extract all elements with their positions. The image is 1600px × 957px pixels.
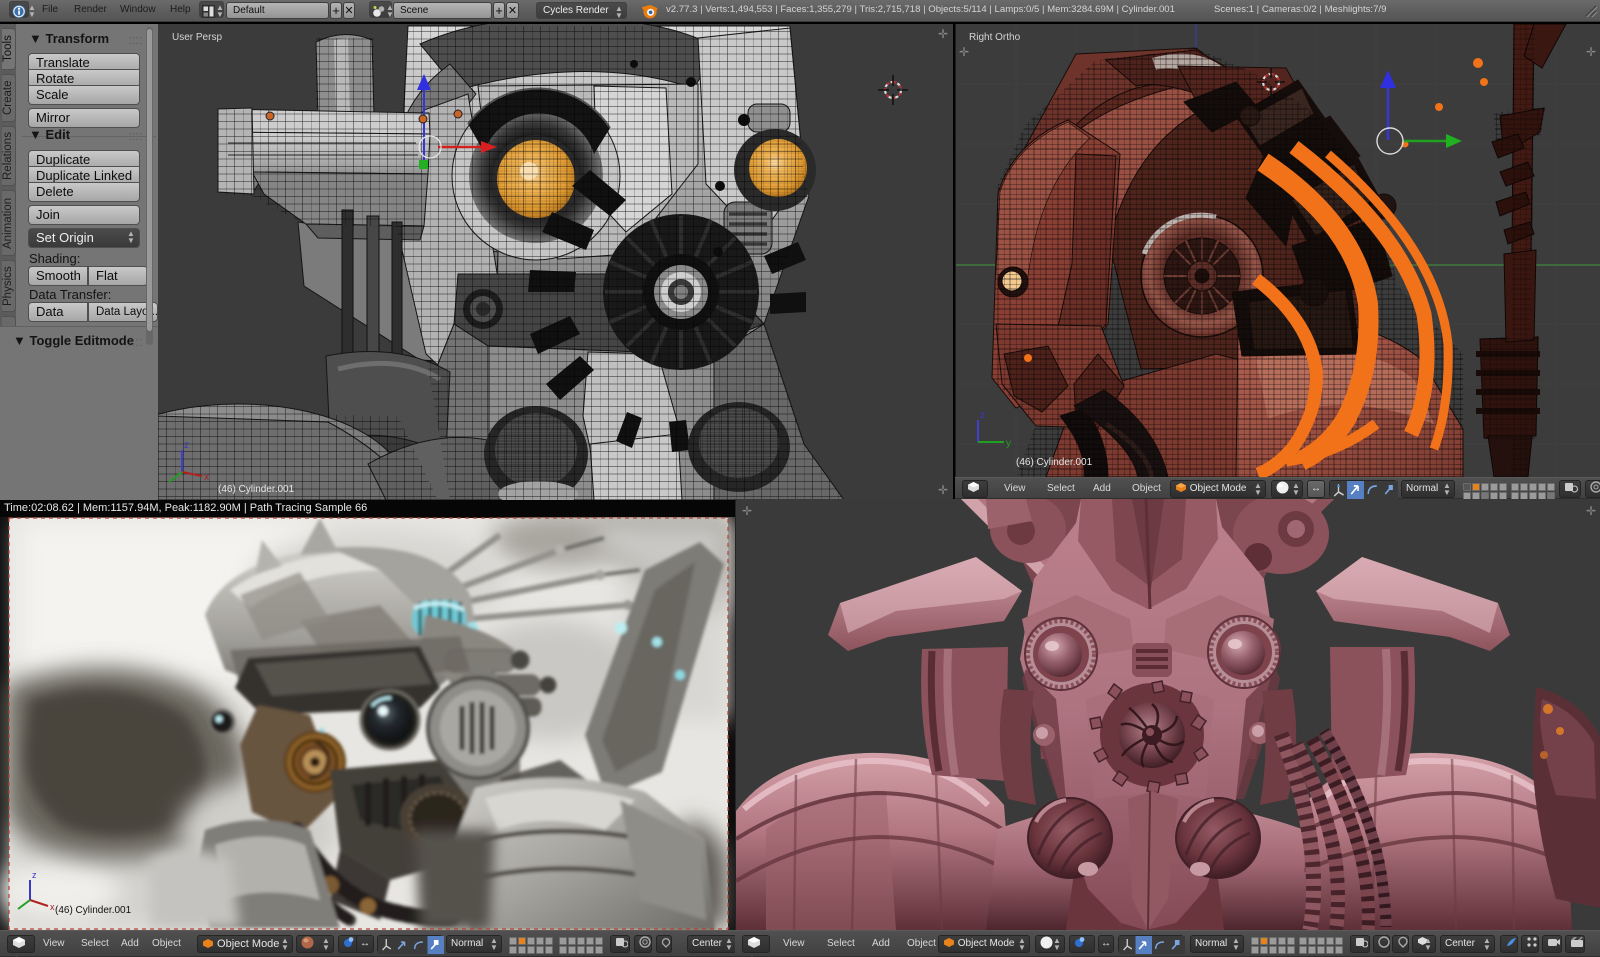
svg-text:z: z	[184, 440, 189, 451]
svg-text:✛: ✛	[959, 45, 969, 59]
svg-text:x: x	[204, 472, 209, 483]
svg-text:z: z	[980, 410, 985, 421]
svg-text:z: z	[32, 870, 37, 880]
svg-text:✛: ✛	[938, 483, 948, 497]
svg-text:y: y	[1006, 438, 1011, 449]
svg-text:✛: ✛	[1586, 45, 1596, 59]
svg-text:✛: ✛	[938, 27, 948, 41]
svg-text:✛: ✛	[1586, 504, 1596, 518]
svg-text:✛: ✛	[742, 504, 752, 518]
